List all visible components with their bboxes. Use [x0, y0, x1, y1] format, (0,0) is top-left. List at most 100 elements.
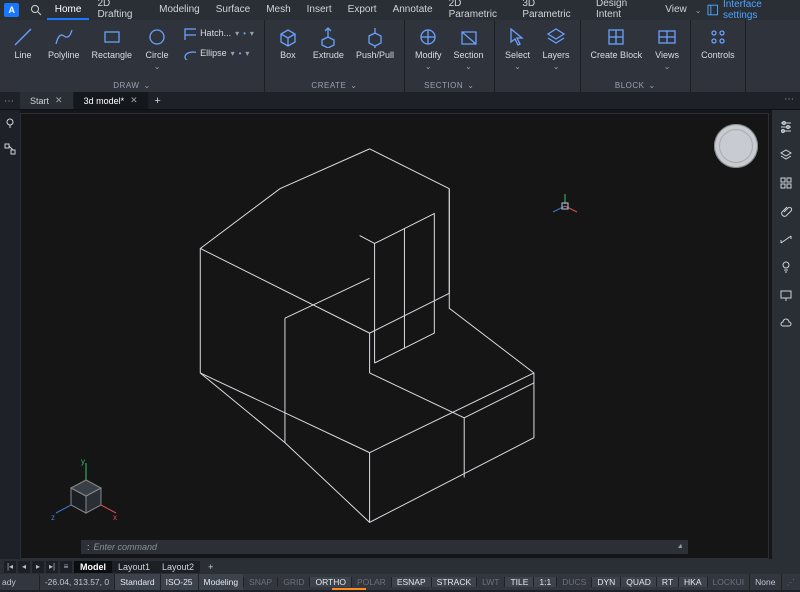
ribbon-group-label: CREATE ⌄: [271, 79, 398, 92]
command-prompt: :: [87, 542, 90, 552]
ribbon-views-button[interactable]: Views⌄: [650, 24, 684, 73]
status-none[interactable]: None: [749, 574, 780, 590]
select-icon: [507, 26, 529, 48]
ribbon-polyline-button[interactable]: Polyline: [44, 24, 84, 62]
present-icon[interactable]: [779, 288, 793, 302]
ribbon-group-label: SECTION ⌄: [411, 79, 488, 92]
command-placeholder: Enter command: [94, 542, 158, 552]
structure-icon[interactable]: [3, 142, 17, 156]
layout-next-icon[interactable]: ▸: [32, 561, 44, 573]
status-toggle-tile[interactable]: TILE: [504, 577, 533, 587]
layout-first-icon[interactable]: |◂: [4, 561, 16, 573]
ribbon-group-label: DRAW ⌄: [6, 79, 258, 92]
status-toggle-11[interactable]: 1:1: [533, 577, 556, 587]
sliders-icon[interactable]: [779, 120, 793, 134]
ribbon-select-button[interactable]: Select⌄: [501, 24, 535, 73]
ribbon: LinePolylineRectangleCircle⌄Hatch... ▾ •…: [0, 20, 800, 92]
status-toggle-esnap[interactable]: ESNAP: [391, 577, 431, 587]
ribbon-group-section: Modify⌄Section⌄ SECTION ⌄: [405, 20, 495, 92]
dimension-icon[interactable]: [779, 232, 793, 246]
layout-add-button[interactable]: +: [202, 561, 219, 573]
doctabs-overflow-icon[interactable]: ⋯: [778, 92, 800, 109]
ribbon-section-button[interactable]: Section⌄: [450, 24, 488, 73]
status-toggle-ducs[interactable]: DUCS: [556, 577, 591, 587]
panel-icon: [707, 4, 719, 16]
interface-settings-link[interactable]: Interface settings: [707, 0, 796, 21]
line-icon: [12, 26, 34, 48]
grid-icon[interactable]: [779, 176, 793, 190]
status-toggle-grid[interactable]: GRID: [277, 577, 309, 587]
cloud-icon[interactable]: [779, 316, 793, 330]
ribbon-push-pull-button[interactable]: Push/Pull: [352, 24, 398, 62]
status-coords[interactable]: -26.04, 313.57, 0: [39, 574, 114, 590]
section-icon: [458, 26, 480, 48]
attach-icon[interactable]: [779, 204, 793, 218]
layout-list-icon[interactable]: ≡: [60, 561, 72, 573]
new-tab-button[interactable]: +: [149, 92, 167, 109]
search-icon[interactable]: [29, 3, 43, 17]
command-line[interactable]: : Enter command ▴: [81, 540, 688, 554]
ribbon-ellipse-button[interactable]: Ellipse ▾ • ▾: [178, 44, 258, 62]
menu-mesh[interactable]: Mesh: [258, 1, 298, 20]
menu-annotate[interactable]: Annotate: [385, 1, 441, 20]
controls-icon: [707, 26, 729, 48]
app-logo[interactable]: A: [4, 3, 19, 17]
layout-tab-model[interactable]: Model: [74, 561, 112, 573]
ribbon-modify-button[interactable]: Modify⌄: [411, 24, 446, 73]
menu-modeling[interactable]: Modeling: [151, 1, 208, 20]
status-toggle-hka[interactable]: HKA: [678, 577, 706, 587]
status-toggle-strack[interactable]: STRACK: [431, 577, 476, 587]
ribbon-group-block: Create BlockViews⌄BLOCK ⌄: [581, 20, 692, 92]
command-expand-icon[interactable]: ▴: [678, 541, 682, 550]
status-grip-icon[interactable]: ⋰: [781, 574, 800, 590]
bulb-icon[interactable]: [779, 260, 793, 274]
status-toggle-polar[interactable]: POLAR: [351, 577, 391, 587]
status-toggle-lockui[interactable]: LOCKUI: [707, 577, 750, 587]
layers-icon: [545, 26, 567, 48]
status-toggle-rt[interactable]: RT: [656, 577, 678, 587]
ribbon-layers-button[interactable]: Layers⌄: [539, 24, 574, 73]
view-cube[interactable]: [714, 124, 758, 168]
ribbon-extrude-button[interactable]: Extrude: [309, 24, 348, 62]
status-iso[interactable]: ISO-25: [160, 574, 198, 590]
ribbon-controls-button[interactable]: Controls: [697, 24, 739, 62]
status-toggle-ortho[interactable]: ORTHO: [309, 577, 351, 587]
ribbon-line-button[interactable]: Line: [6, 24, 40, 62]
status-toggle-lwt[interactable]: LWT: [476, 577, 504, 587]
menubar: A Home2D DraftingModelingSurfaceMeshInse…: [0, 0, 800, 20]
ribbon-circle-button[interactable]: Circle⌄: [140, 24, 174, 73]
doctab-3d-model-[interactable]: 3d model*✕: [74, 92, 149, 109]
svg-text:x: x: [113, 513, 117, 522]
menu-view[interactable]: View: [657, 1, 695, 20]
menu-export[interactable]: Export: [340, 1, 385, 20]
ucs-triad[interactable]: y x z: [51, 458, 121, 528]
status-ready: ady: [0, 577, 24, 587]
doctab-start[interactable]: Start✕: [20, 92, 74, 109]
status-toggle-quad[interactable]: QUAD: [620, 577, 656, 587]
rect-icon: [101, 26, 123, 48]
doctabs-menu-icon[interactable]: ⋯: [2, 94, 16, 108]
menu-overflow-icon[interactable]: ⌄: [695, 6, 702, 15]
layout-tab-layout2[interactable]: Layout2: [156, 561, 200, 573]
status-standard[interactable]: Standard: [114, 574, 160, 590]
ribbon-hatch-button[interactable]: Hatch... ▾ • ▾: [178, 24, 258, 42]
menu-surface[interactable]: Surface: [208, 1, 258, 20]
status-mode[interactable]: Modeling: [198, 574, 244, 590]
menu-home[interactable]: Home: [47, 1, 90, 20]
close-icon[interactable]: ✕: [130, 95, 138, 106]
hint-icon[interactable]: [3, 116, 17, 130]
drawing-canvas[interactable]: y x z : Enter command ▴: [20, 113, 769, 559]
layout-prev-icon[interactable]: ◂: [18, 561, 30, 573]
layout-tab-layout1[interactable]: Layout1: [112, 561, 156, 573]
status-toggle-snap[interactable]: SNAP: [243, 577, 277, 587]
menu-insert[interactable]: Insert: [299, 1, 340, 20]
ribbon-box-button[interactable]: Box: [271, 24, 305, 62]
layout-last-icon[interactable]: ▸|: [46, 561, 58, 573]
layout-tabs: |◂ ◂ ▸ ▸| ≡ ModelLayout1Layout2 +: [0, 559, 800, 574]
ribbon-create-block-button[interactable]: Create Block: [587, 24, 647, 62]
modify-icon: [417, 26, 439, 48]
status-toggle-dyn[interactable]: DYN: [591, 577, 620, 587]
layers-panel-icon[interactable]: [779, 148, 793, 162]
close-icon[interactable]: ✕: [55, 95, 63, 106]
ribbon-rectangle-button[interactable]: Rectangle: [88, 24, 137, 62]
